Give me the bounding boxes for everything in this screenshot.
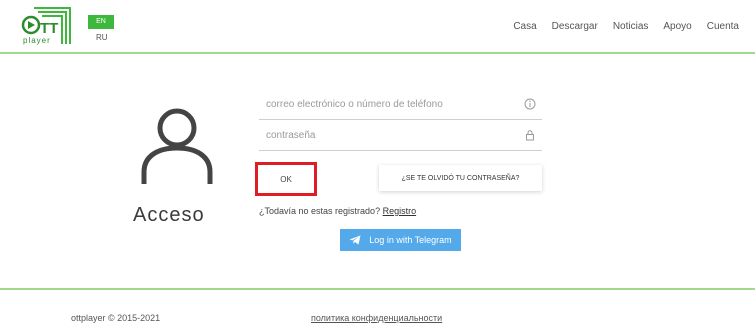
telegram-login-button[interactable]: Log in with Telegram bbox=[340, 229, 461, 251]
register-prompt-text: ¿Todavía no estas registrado? bbox=[259, 206, 381, 216]
lock-icon bbox=[526, 130, 534, 141]
header: TT player EN RU Casa Descargar Noticias … bbox=[0, 0, 755, 54]
nav-item-noticias[interactable]: Noticias bbox=[613, 21, 649, 32]
privacy-policy-link[interactable]: политика конфиденциальности bbox=[311, 313, 442, 323]
telegram-login-label: Log in with Telegram bbox=[369, 235, 452, 245]
footer: ottplayer © 2015-2021 политика конфиденц… bbox=[0, 290, 755, 328]
nav-item-descargar[interactable]: Descargar bbox=[552, 21, 598, 32]
svg-text:TT: TT bbox=[40, 20, 58, 37]
login-panel: Acceso OK ¿SE TE OLVIDÓ TU CONTRASEÑA? ¿… bbox=[0, 54, 755, 288]
copyright-text: ottplayer © 2015-2021 bbox=[71, 313, 161, 323]
nav-item-cuenta[interactable]: Cuenta bbox=[707, 21, 739, 32]
user-avatar-icon bbox=[141, 108, 213, 184]
main-nav: Casa Descargar Noticias Apoyo Cuenta bbox=[513, 21, 739, 32]
telegram-icon bbox=[349, 235, 361, 245]
ok-button[interactable]: OK bbox=[261, 168, 311, 190]
email-input[interactable] bbox=[259, 92, 516, 116]
register-prompt: ¿Todavía no estas registrado? Registro bbox=[259, 206, 416, 216]
ok-button-highlight: OK bbox=[255, 162, 317, 196]
email-field bbox=[259, 92, 542, 120]
nav-item-casa[interactable]: Casa bbox=[513, 21, 536, 32]
password-input[interactable] bbox=[259, 123, 516, 147]
password-field bbox=[259, 123, 542, 151]
page-title: Acceso bbox=[133, 204, 205, 226]
forgot-password-button[interactable]: ¿SE TE OLVIDÓ TU CONTRASEÑA? bbox=[379, 165, 542, 191]
register-link[interactable]: Registro bbox=[383, 206, 417, 216]
nav-item-apoyo[interactable]: Apoyo bbox=[663, 21, 691, 32]
logo-text: player bbox=[23, 36, 51, 45]
language-en-button[interactable]: EN bbox=[88, 15, 114, 29]
info-icon bbox=[524, 98, 536, 110]
language-ru-button[interactable]: RU bbox=[96, 33, 108, 42]
